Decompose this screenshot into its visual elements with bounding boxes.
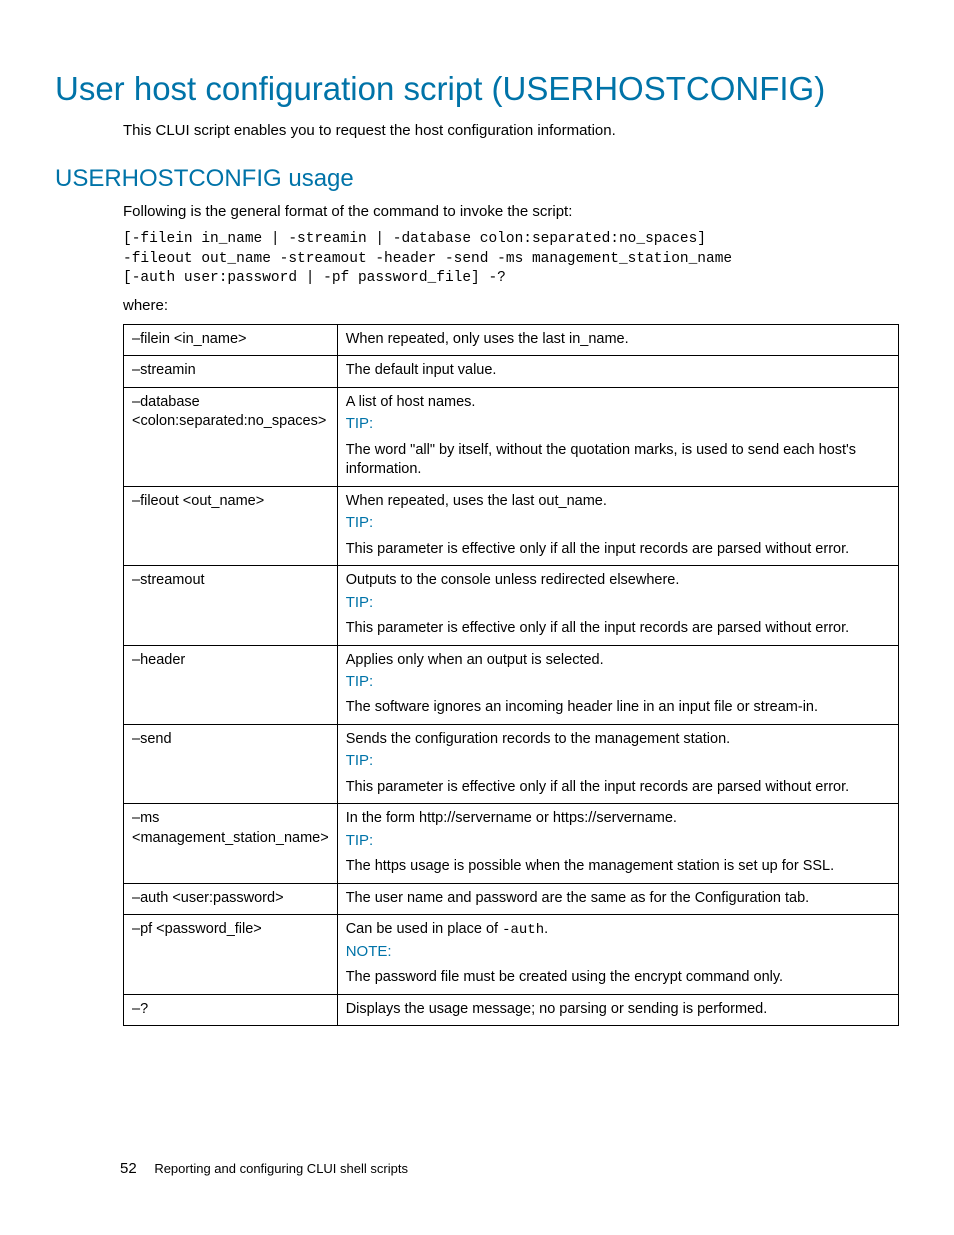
- tip-label: TIP:: [346, 672, 890, 692]
- description-cell: Can be used in place of -auth.NOTE:The p…: [337, 915, 898, 995]
- description-cell: In the form http://servername or https:/…: [337, 804, 898, 883]
- description-cell: Outputs to the console unless redirected…: [337, 566, 898, 645]
- option-cell: –database <colon:separated:no_spaces>: [124, 387, 338, 486]
- description-cell: When repeated, only uses the last in_nam…: [337, 324, 898, 356]
- option-cell: –filein <in_name>: [124, 324, 338, 356]
- option-cell: –send: [124, 724, 338, 803]
- tip-label: TIP:: [346, 831, 890, 851]
- tip-label: TIP:: [346, 593, 890, 613]
- option-cell: –streamout: [124, 566, 338, 645]
- description-cell: Sends the configuration records to the m…: [337, 724, 898, 803]
- option-cell: –header: [124, 645, 338, 724]
- option-cell: –ms <management_station_name>: [124, 804, 338, 883]
- section-heading: USERHOSTCONFIG usage: [55, 165, 899, 193]
- chapter-title: Reporting and configuring CLUI shell scr…: [154, 1161, 408, 1176]
- description-cell: Applies only when an output is selected.…: [337, 645, 898, 724]
- params-table: –filein <in_name>When repeated, only use…: [123, 324, 899, 1027]
- description-cell: When repeated, uses the last out_name.TI…: [337, 486, 898, 565]
- table-row: –sendSends the configuration records to …: [124, 724, 899, 803]
- table-row: –pf <password_file>Can be used in place …: [124, 915, 899, 995]
- table-row: –streaminThe default input value.: [124, 356, 899, 388]
- option-cell: –streamin: [124, 356, 338, 388]
- tip-label: TIP:: [346, 751, 890, 771]
- table-row: –fileout <out_name>When repeated, uses t…: [124, 486, 899, 565]
- option-cell: –?: [124, 994, 338, 1026]
- tip-label: TIP:: [346, 513, 890, 533]
- table-row: –auth <user:password>The user name and p…: [124, 883, 899, 915]
- table-row: –streamoutOutputs to the console unless …: [124, 566, 899, 645]
- page-footer: 52 Reporting and configuring CLUI shell …: [120, 1160, 408, 1177]
- option-cell: –pf <password_file>: [124, 915, 338, 995]
- usage-intro: Following is the general format of the c…: [123, 203, 899, 220]
- note-label: NOTE:: [346, 942, 890, 962]
- page-number: 52: [120, 1160, 137, 1177]
- description-cell: Displays the usage message; no parsing o…: [337, 994, 898, 1026]
- intro-text: This CLUI script enables you to request …: [123, 122, 899, 139]
- where-label: where:: [123, 297, 899, 314]
- option-cell: –auth <user:password>: [124, 883, 338, 915]
- table-row: –headerApplies only when an output is se…: [124, 645, 899, 724]
- description-cell: The default input value.: [337, 356, 898, 388]
- description-cell: The user name and password are the same …: [337, 883, 898, 915]
- table-row: –?Displays the usage message; no parsing…: [124, 994, 899, 1026]
- code-block: [-filein in_name | -streamin | -database…: [123, 230, 899, 289]
- tip-label: TIP:: [346, 414, 890, 434]
- description-cell: A list of host names.TIP:The word "all" …: [337, 387, 898, 486]
- table-row: –database <colon:separated:no_spaces>A l…: [124, 387, 899, 486]
- table-row: –ms <management_station_name>In the form…: [124, 804, 899, 883]
- option-cell: –fileout <out_name>: [124, 486, 338, 565]
- page-title: User host configuration script (USERHOST…: [55, 70, 899, 108]
- table-row: –filein <in_name>When repeated, only use…: [124, 324, 899, 356]
